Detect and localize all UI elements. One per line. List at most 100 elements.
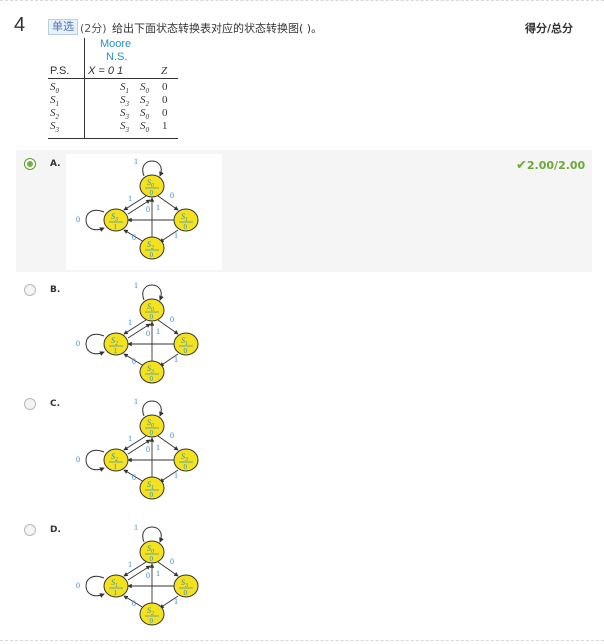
label-loop-left: 0 [76,215,80,224]
label-loop-top: 1 [134,157,138,166]
label-right-bottom: 1 [174,355,178,364]
label-right-bottom: 1 [174,597,178,606]
bottom-divider [0,640,604,641]
question-type-badge: 单选 [48,19,78,35]
state-output-bottom: 0 [150,617,154,625]
option-label: B. [50,285,61,295]
label-bottom-top: 1 [156,569,160,578]
label-bottom-top: 1 [156,327,160,336]
state-diagram-svg: 10100110S00S21S10S30 [76,281,199,384]
label-bottom-left: 0 [132,599,136,608]
label-loop-top: 1 [134,397,138,406]
label-bottom-top: 1 [156,203,160,212]
label-loop-left: 0 [76,339,80,348]
label-top-right: 0 [170,191,174,200]
label-loop-top: 1 [134,281,138,290]
label-right-bottom: 1 [174,471,178,480]
option-row-b[interactable]: B. 1 0 1 0 0 1 1 0 S0 0 S2 1 S1 0 S3 0 [16,276,592,388]
label-left-top: 0 [146,205,150,214]
option-row-c[interactable]: C. 1 0 1 0 0 1 1 0 S0 0 S2 1 S3 0 S1 0 [16,392,592,504]
option-radio-c[interactable] [24,398,36,410]
table-cell-z: 0 [162,107,168,119]
option-row-d[interactable]: D. 1 0 1 0 0 1 1 0 S0 0 S1 1 S3 0 S2 0 [16,518,592,630]
label-left-top: 0 [146,445,150,454]
label-top-right: 0 [170,431,174,440]
self-loop-left [85,333,105,356]
self-loop-left [85,449,105,472]
edge-top-right [157,195,179,211]
self-loop-top [142,400,164,417]
self-loop-top [142,284,164,301]
table-cell-ns1: S0 [140,120,149,135]
label-loop-left: 0 [76,581,80,590]
state-output-right: 0 [184,347,188,355]
state-diagram: 1 0 1 0 0 1 1 0 S0 0 S3 1 S1 0 S2 0 [66,154,222,270]
label-top-left: 1 [128,318,132,327]
z-header: Z [161,65,168,77]
label-right-bottom: 1 [174,231,178,240]
self-loop-top [142,526,164,543]
label-loop-left: 0 [76,455,80,464]
state-output-bottom: 0 [150,375,154,383]
state-diagram: 1 0 1 0 0 1 1 0 S0 0 S2 1 S3 0 S1 0 [66,394,222,510]
table-divider-vertical [84,38,85,138]
state-output-left: 1 [114,347,118,355]
state-output-bottom: 0 [150,251,154,259]
state-output-top: 0 [150,189,154,197]
table-divider-bottom [48,138,178,139]
state-output-left: 1 [114,223,118,231]
option-label: A. [50,159,61,169]
self-loop-top [142,160,164,177]
result-score: ✔2.00/2.00 [516,158,585,173]
state-output-bottom: 0 [150,491,154,499]
x-header: X = 0 1 [88,65,124,77]
state-output-right: 0 [184,463,188,471]
table-divider-header [48,78,178,79]
option-radio-a[interactable] [24,158,36,170]
label-left-top: 0 [146,329,150,338]
question-points: (2分) [80,22,107,35]
option-radio-b[interactable] [24,284,36,296]
label-top-left: 1 [128,560,132,569]
table-cell-ns0: S3 [120,120,129,135]
check-icon: ✔ [516,158,527,173]
label-bottom-top: 1 [156,443,160,452]
state-output-top: 0 [150,313,154,321]
self-loop-left [85,575,105,598]
state-output-top: 0 [150,555,154,563]
question-number: 4 [14,14,26,36]
self-loop-left [85,209,105,232]
state-table: Moore N.S. P.S. X = 0 1 Z S0 S1 S0 0 S1 S3 S2 0… [48,38,188,142]
label-left-top: 0 [146,571,150,580]
edge-top-right [157,319,179,335]
label-bottom-left: 0 [132,357,136,366]
label-top-left: 1 [128,194,132,203]
label-loop-top: 1 [134,523,138,532]
state-diagram: 1 0 1 0 0 1 1 0 S0 0 S1 1 S3 0 S2 0 [66,520,222,636]
question-text: 给出下面状态转换表对应的状态转换图( )。 [112,22,323,35]
ps-header: P.S. [50,65,70,77]
label-bottom-left: 0 [132,233,136,242]
top-divider [0,0,604,1]
label-top-right: 0 [170,315,174,324]
state-diagram-svg: 10100110S00S31S10S20 [76,157,199,260]
label-top-right: 0 [170,557,174,566]
table-cell-z: 1 [162,120,168,132]
state-output-right: 0 [184,223,188,231]
table-title: Moore [100,38,132,50]
state-diagram: 1 0 1 0 0 1 1 0 S0 0 S2 1 S1 0 S3 0 [66,278,222,394]
option-label: D. [50,525,61,535]
state-output-left: 1 [114,589,118,597]
option-row-a[interactable]: A. 1 0 1 0 0 1 1 0 S0 0 S3 1 S1 0 S2 0 ✔2.00/2.00 [16,150,592,272]
score-header: 得分/总分 [525,22,574,35]
option-radio-d[interactable] [24,524,36,536]
option-label: C. [50,399,61,409]
label-bottom-left: 0 [132,473,136,482]
state-diagram-svg: 10100110S00S11S30S20 [76,523,199,626]
state-diagram-svg: 10100110S00S21S30S10 [76,397,199,500]
state-output-right: 0 [184,589,188,597]
table-cell-z: 0 [162,81,168,93]
state-output-top: 0 [150,429,154,437]
label-top-left: 1 [128,434,132,443]
table-cell-z: 0 [162,94,168,106]
